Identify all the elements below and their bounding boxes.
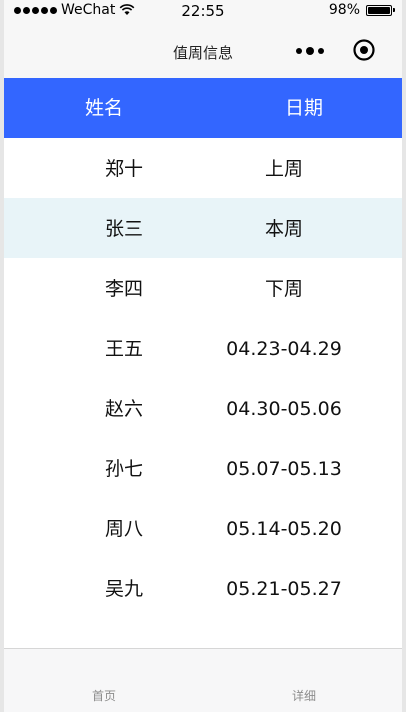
phone-screen: WeChat 22:55 98% 值周信息 姓名 日期 郑十 上周 张三 本周 … xyxy=(4,0,402,712)
cell-name: 周八 xyxy=(104,518,143,540)
duty-table: 郑十 上周 张三 本周 李四 下周 王五 04.23-04.29 赵六 04.3… xyxy=(4,138,402,618)
cell-date: 本周 xyxy=(264,218,303,240)
cell-name: 吴九 xyxy=(104,578,143,600)
nav-bar: 值周信息 xyxy=(4,24,402,78)
table-row: 周八 05.14-05.20 xyxy=(4,498,402,558)
cell-date: 05.14-05.20 xyxy=(226,518,342,540)
page-title: 值周信息 xyxy=(172,44,233,62)
table-row: 赵六 04.30-05.06 xyxy=(4,378,402,438)
status-bar: WeChat 22:55 98% xyxy=(4,0,402,24)
cell-date: 04.23-04.29 xyxy=(226,338,342,360)
target-close-icon[interactable] xyxy=(353,39,375,61)
status-right: 98% xyxy=(328,2,395,18)
table-row: 李四 下周 xyxy=(4,258,402,318)
table-header: 姓名 日期 xyxy=(4,78,402,138)
cell-date: 上周 xyxy=(264,158,303,180)
table-row: 王五 04.23-04.29 xyxy=(4,318,402,378)
cell-name: 王五 xyxy=(104,338,143,360)
header-date: 日期 xyxy=(284,97,323,119)
cell-date: 05.07-05.13 xyxy=(226,458,342,480)
battery-percent: 98% xyxy=(328,2,360,18)
more-dots-icon[interactable] xyxy=(296,42,326,60)
cell-name: 李四 xyxy=(104,278,143,300)
cell-name: 赵六 xyxy=(104,398,143,420)
table-row: 孙七 05.07-05.13 xyxy=(4,438,402,498)
table-row: 郑十 上周 xyxy=(4,138,402,198)
cell-name: 孙七 xyxy=(104,458,143,480)
tab-detail[interactable]: 详细 xyxy=(264,687,344,704)
battery-icon xyxy=(366,4,395,16)
header-name: 姓名 xyxy=(84,97,123,119)
cell-date: 04.30-05.06 xyxy=(226,398,342,420)
tab-bar: 首页 详细 xyxy=(4,648,402,712)
table-row-current: 张三 本周 xyxy=(4,198,402,258)
cell-name: 张三 xyxy=(104,218,143,240)
cell-date: 下周 xyxy=(264,278,303,300)
tab-home[interactable]: 首页 xyxy=(64,687,144,704)
cell-date: 05.21-05.27 xyxy=(226,578,342,600)
cell-name: 郑十 xyxy=(104,158,143,180)
table-row: 吴九 05.21-05.27 xyxy=(4,558,402,618)
